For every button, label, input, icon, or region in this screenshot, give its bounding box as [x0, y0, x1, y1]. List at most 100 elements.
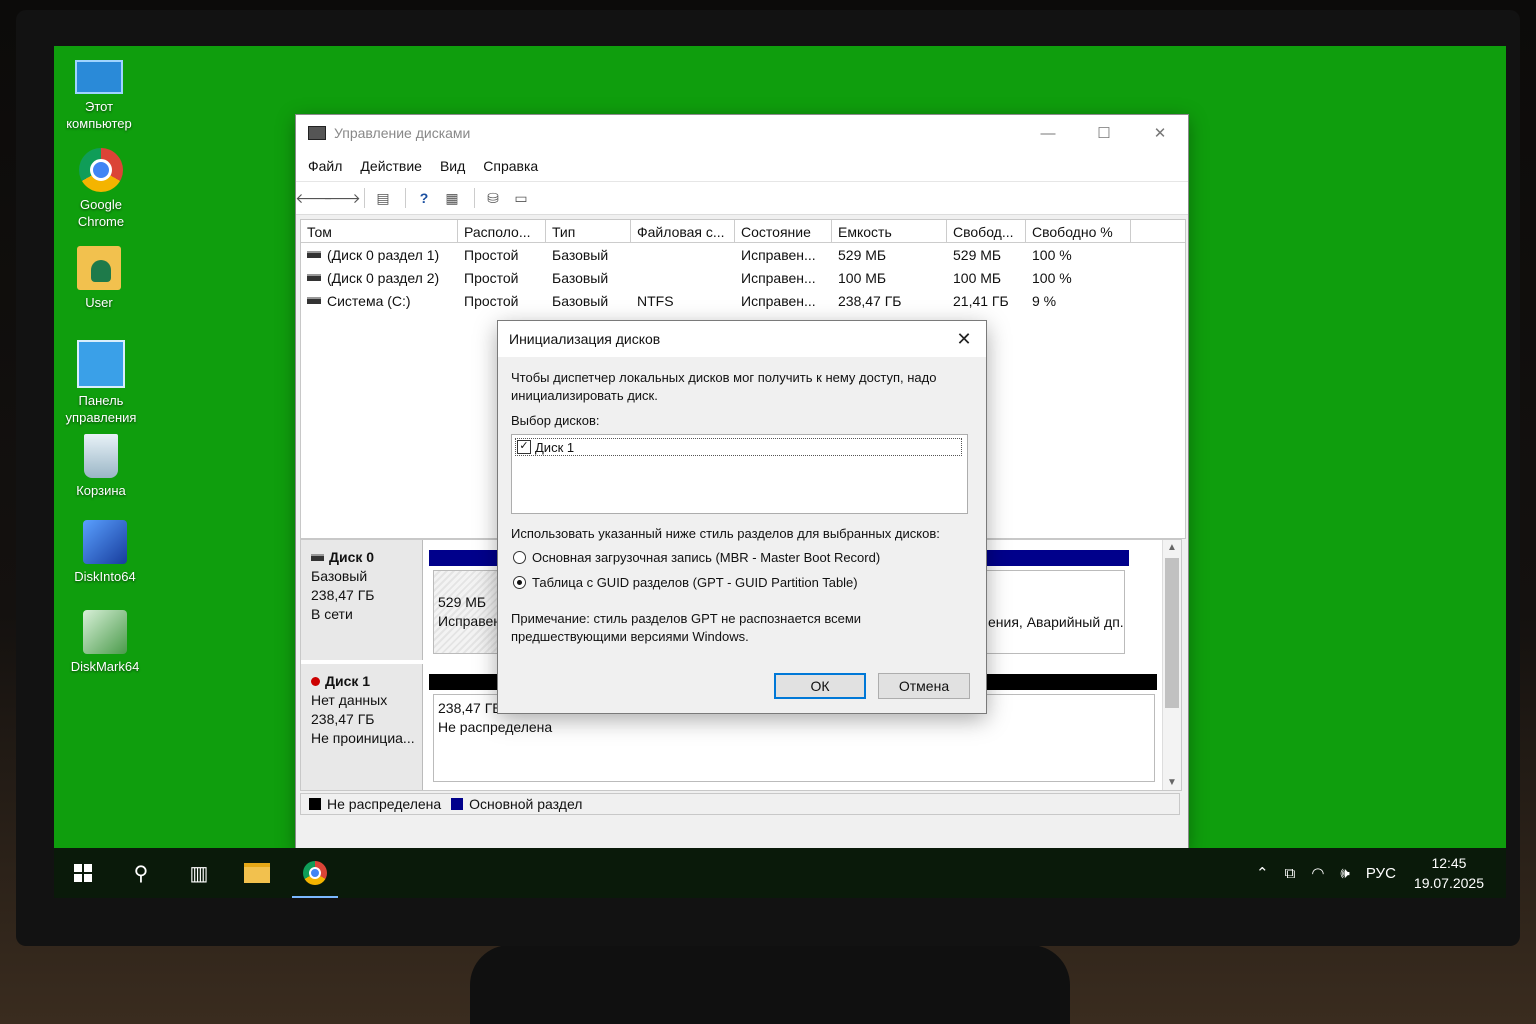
desktop-icon-diskinfo[interactable]: DiskInto64 — [60, 520, 150, 585]
connect-disk-icon[interactable]: ⛁ — [481, 188, 505, 208]
desktop-icon-chrome[interactable]: Google Chrome — [56, 148, 146, 230]
desktop-icon-control-panel[interactable]: Панель управления — [56, 340, 146, 426]
volume-cell: Исправен... — [741, 292, 816, 309]
volume-row[interactable]: Система (C:) Простой Базовый NTFS Исправен..… — [301, 289, 1185, 312]
wifi-icon[interactable]: ◠ — [1311, 864, 1324, 882]
disk-icon — [311, 554, 324, 561]
desktop-icon-label: DiskMark64 — [70, 659, 140, 674]
gpt-option[interactable]: Таблица с GUID разделов (GPT - GUID Part… — [513, 575, 858, 590]
volume-name-cell: (Диск 0 раздел 2) — [301, 270, 458, 286]
search-icon: ⚲ — [133, 862, 149, 885]
legend-item-unallocated: Не распределена — [309, 796, 441, 812]
file-explorer-button[interactable] — [228, 848, 286, 898]
toolbar-separator — [474, 188, 475, 208]
volume-cell: 529 МБ — [838, 246, 887, 263]
disk-type: Нет данных — [311, 692, 388, 708]
console-tree-icon[interactable]: ▤ — [371, 188, 395, 208]
diskmark-icon — [83, 610, 127, 654]
volume-row[interactable]: (Диск 0 раздел 2) Простой Базовый Исправен.… — [301, 266, 1185, 289]
control-panel-icon — [77, 340, 125, 388]
volume-row[interactable]: (Диск 0 раздел 1) Простой Базовый Исправен.… — [301, 243, 1185, 266]
mbr-option[interactable]: Основная загрузочная запись (MBR - Maste… — [513, 550, 880, 565]
volume-icon[interactable]: 🕪 — [1340, 865, 1349, 882]
gpt-radio[interactable] — [513, 576, 526, 589]
properties-icon[interactable]: ▦ — [440, 188, 464, 208]
column-header[interactable]: Тип — [546, 220, 631, 242]
task-view-button[interactable]: ▥ — [170, 848, 228, 898]
cancel-button[interactable]: Отмена — [878, 673, 970, 699]
minimize-button[interactable]: — — [1020, 125, 1076, 142]
column-header[interactable]: Свободно % — [1026, 220, 1131, 242]
desktop-icon-this-pc[interactable]: Этот компьютер — [54, 54, 144, 132]
desktop-icon-label: Панель управления — [65, 393, 137, 425]
vertical-scrollbar[interactable]: ▲ ▼ — [1162, 540, 1181, 790]
disk-1-info[interactable]: Диск 1 Нет данных 238,47 ГБ Не проинициа… — [301, 664, 423, 790]
forward-arrow-icon[interactable]: 🡒 — [323, 188, 361, 208]
volume-name-cell: (Диск 0 раздел 1) — [301, 247, 458, 263]
disk-list[interactable]: ✓ Диск 1 — [511, 434, 968, 514]
volume-cell: Простой — [464, 269, 519, 286]
search-button[interactable]: ⚲ — [112, 848, 170, 898]
desktop-icon-label: Google Chrome — [77, 197, 125, 229]
desktop-icon-diskmark[interactable]: DiskMark64 — [60, 610, 150, 675]
volume-cell: 100 МБ — [838, 269, 887, 286]
disk-0-partition-3[interactable]: ения, Аварийный дп.. — [983, 570, 1125, 654]
monitor-bezel: Этот компьютер Google Chrome User Панель… — [16, 10, 1520, 946]
chrome-icon — [79, 148, 123, 192]
maximize-button[interactable]: ☐ — [1076, 124, 1132, 142]
menu-file[interactable]: Файл — [296, 158, 351, 174]
chrome-taskbar-button[interactable] — [286, 848, 344, 898]
menu-action[interactable]: Действие — [351, 158, 431, 174]
primary-swatch — [451, 798, 464, 810]
column-header[interactable]: Располо... — [458, 220, 546, 242]
scroll-up-icon[interactable]: ▲ — [1163, 542, 1181, 553]
volume-cell: 529 МБ — [953, 246, 1002, 263]
initialize-disk-dialog: Инициализация дисков ✕ Чтобы диспетчер л… — [498, 321, 986, 713]
help-icon[interactable]: ? — [412, 188, 436, 208]
disk-0-info[interactable]: Диск 0 Базовый 238,47 ГБ В сети — [301, 540, 423, 660]
settings-panel-icon[interactable]: ▭ — [509, 188, 533, 208]
desktop-icon-user[interactable]: User — [54, 246, 144, 311]
volume-cell: Простой — [464, 246, 519, 263]
desktop-icon-recycle-bin[interactable]: Корзина — [56, 434, 146, 499]
volume-rows: (Диск 0 раздел 1) Простой Базовый Исправен.… — [301, 243, 1185, 312]
recycle-bin-icon — [84, 434, 118, 478]
dialog-close-button[interactable]: ✕ — [942, 329, 986, 350]
monitor-stand — [470, 945, 1070, 1024]
error-disk-icon — [311, 677, 320, 686]
volume-list-header: Том Располо... Тип Файловая с... Состоян… — [301, 220, 1185, 243]
scroll-down-icon[interactable]: ▼ — [1163, 777, 1181, 788]
language-indicator[interactable]: РУС — [1366, 865, 1396, 882]
select-disks-label: Выбор дисков: — [511, 413, 600, 428]
mbr-radio[interactable] — [513, 551, 526, 564]
network-drive-icon[interactable]: ⧉ — [1285, 865, 1296, 882]
scrollbar-thumb[interactable] — [1165, 558, 1179, 708]
column-header[interactable]: Том — [301, 220, 458, 242]
disk-item-label: Диск 1 — [535, 439, 575, 455]
disk-list-item[interactable]: ✓ Диск 1 — [515, 438, 962, 456]
unallocated-swatch — [309, 798, 321, 810]
computer-icon — [75, 60, 123, 94]
user-folder-icon — [77, 246, 121, 290]
chevron-up-icon[interactable]: ⌃ — [1256, 864, 1269, 882]
menu-view[interactable]: Вид — [431, 158, 474, 174]
volume-name: Система (C:) — [327, 292, 411, 309]
disk-checkbox[interactable]: ✓ — [517, 440, 531, 454]
ok-button[interactable]: ОК — [774, 673, 866, 699]
desktop-icon-label: Корзина — [76, 483, 126, 498]
volume-cell: 9 % — [1032, 292, 1057, 309]
volume-cell: 238,47 ГБ — [838, 292, 902, 309]
clock[interactable]: 12:45 19.07.2025 — [1414, 853, 1484, 893]
dialog-intro: Чтобы диспетчер локальных дисков мог пол… — [511, 370, 937, 403]
column-header[interactable]: Состояние — [735, 220, 832, 242]
column-header[interactable]: Свобод... — [947, 220, 1026, 242]
volume-cell: Базовый — [552, 269, 609, 286]
volume-icon — [307, 297, 321, 304]
menu-help[interactable]: Справка — [474, 158, 547, 174]
disk-size: 238,47 ГБ — [311, 711, 375, 727]
start-button[interactable] — [54, 848, 112, 898]
column-header[interactable]: Файловая с... — [631, 220, 735, 242]
partition-status: Не распределена — [438, 719, 553, 735]
close-button[interactable]: ✕ — [1132, 124, 1188, 142]
column-header[interactable]: Емкость — [832, 220, 947, 242]
